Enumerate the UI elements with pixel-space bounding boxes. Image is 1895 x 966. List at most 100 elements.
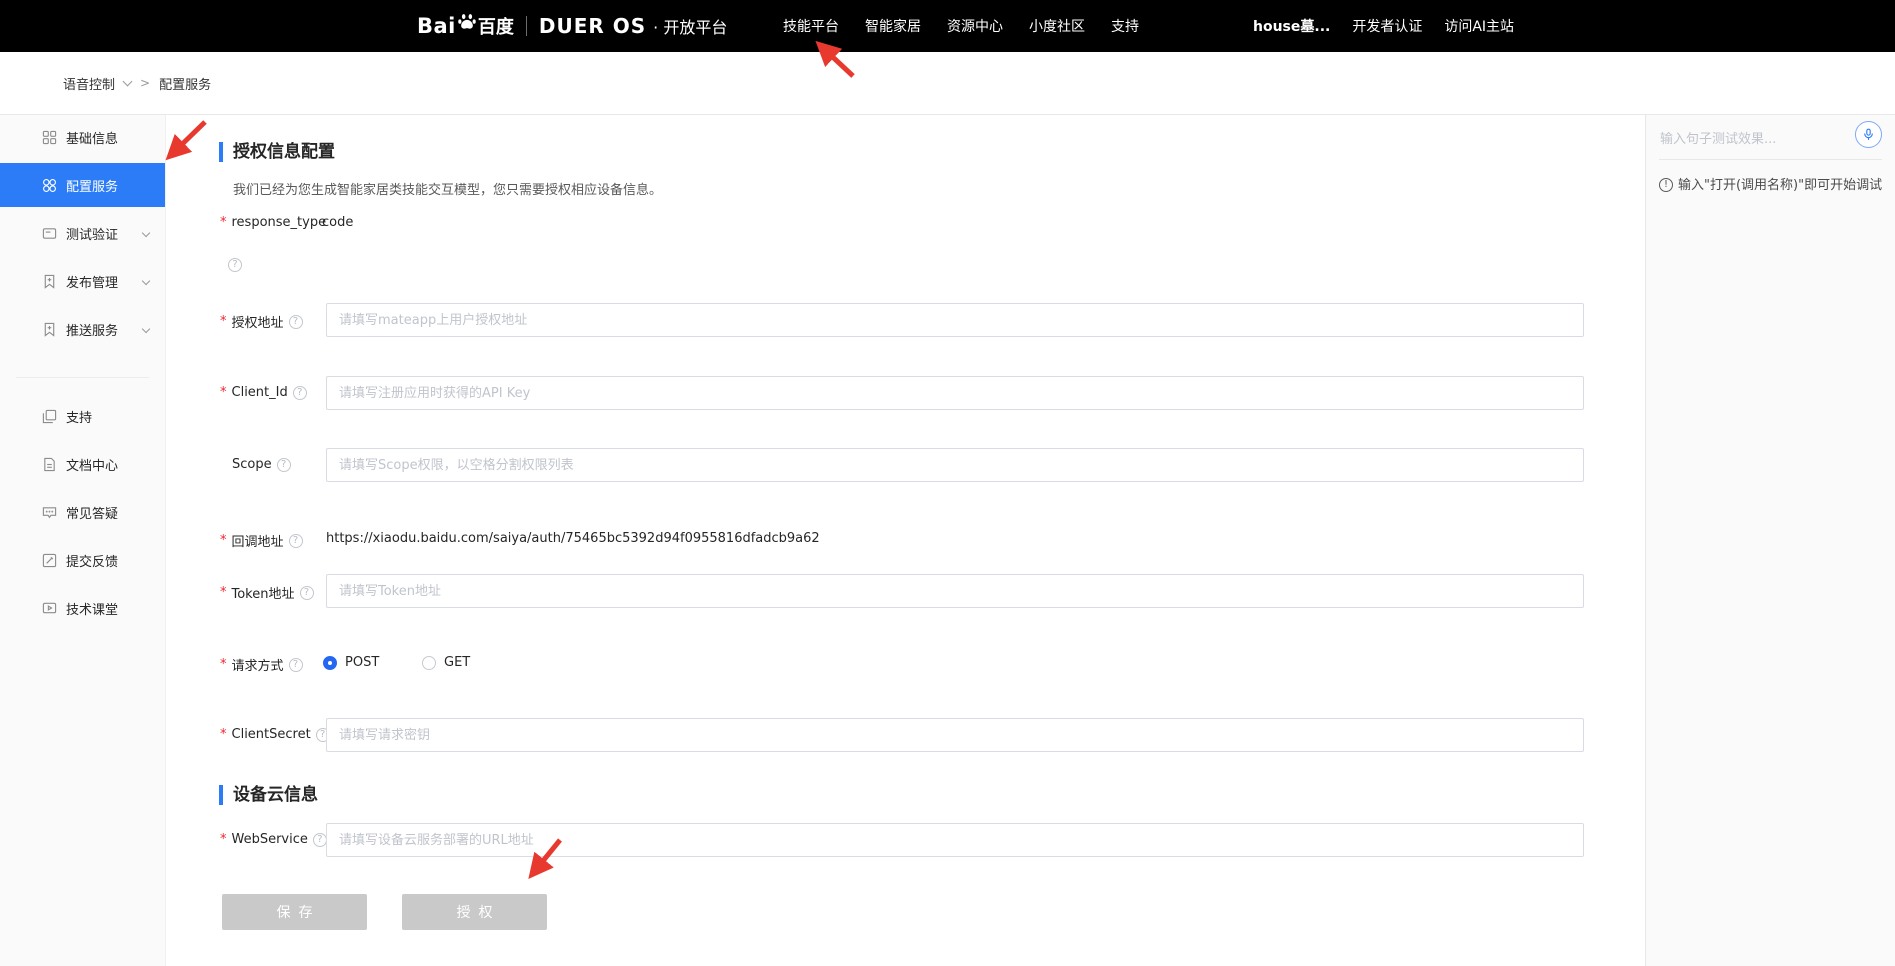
baidu-logo-cn: 百度 <box>478 13 514 39</box>
developer-cert-link[interactable]: 开发者认证 <box>1352 16 1422 36</box>
sidebar-link-faq[interactable]: 常见答疑 <box>0 490 165 534</box>
visit-ai-site-link[interactable]: 访问AI主站 <box>1444 16 1514 36</box>
help-icon[interactable]: ? <box>289 534 303 548</box>
test-panel-divider <box>1659 159 1882 160</box>
required-asterisk: * <box>220 314 227 329</box>
sidebar-item-label: 发布管理 <box>66 272 118 291</box>
nav-item-skill-platform[interactable]: 技能平台 <box>783 16 839 36</box>
grid-icon <box>42 130 57 145</box>
help-icon[interactable]: ? <box>313 833 327 847</box>
radio-get[interactable]: GET <box>422 655 470 670</box>
required-asterisk: * <box>220 727 227 742</box>
sidebar-link-support[interactable]: 支持 <box>0 394 165 438</box>
save-button[interactable]: 保存 <box>222 894 367 930</box>
breadcrumb: 语音控制 > 配置服务 <box>63 74 211 93</box>
test-icon <box>42 226 57 241</box>
help-icon[interactable]: ? <box>289 315 303 329</box>
required-asterisk: * <box>220 533 227 548</box>
required-asterisk: * <box>220 385 227 400</box>
sidebar-link-tech-class[interactable]: 技术课堂 <box>0 586 165 630</box>
sidebar-item-label: 基础信息 <box>66 128 118 147</box>
section-title-device-cloud: 设备云信息 <box>219 785 318 805</box>
config-icon <box>42 178 57 193</box>
authorize-button[interactable]: 授权 <box>402 894 547 930</box>
breadcrumb-current-page: 配置服务 <box>159 74 211 93</box>
radio-get-label: GET <box>444 655 470 670</box>
radio-post[interactable]: POST <box>323 655 379 670</box>
scope-input[interactable] <box>326 448 1584 482</box>
navbar-menu: 技能平台 智能家居 资源中心 小度社区 支持 <box>783 0 1139 52</box>
help-icon[interactable]: ? <box>277 458 291 472</box>
help-icon[interactable]: ? <box>289 658 303 672</box>
feedback-icon <box>42 553 57 568</box>
required-asterisk: * <box>220 585 227 600</box>
form-row-callback-url: * 回调地址 ? https://xiaodu.baidu.com/saiya/… <box>166 522 1645 556</box>
video-icon <box>42 601 57 616</box>
top-navbar: Bai 百度 DUER OS · 开放平台 技能平台 智能家居 资源中心 小度社… <box>0 0 1895 52</box>
field-label-callback-url: 回调地址 <box>232 531 284 550</box>
open-platform-text: · 开放平台 <box>653 14 727 38</box>
required-asterisk: * <box>220 657 227 672</box>
form-row-client-secret: * ClientSecret ? <box>166 718 1645 752</box>
form-row-token-url: * Token地址 ? <box>166 574 1645 608</box>
account-username[interactable]: house墓... <box>1253 16 1330 36</box>
callback-url-value: https://xiaodu.baidu.com/saiya/auth/7546… <box>326 531 820 546</box>
nav-item-resource-center[interactable]: 资源中心 <box>947 16 1003 36</box>
sidebar-link-label: 文档中心 <box>66 455 118 474</box>
test-panel-hint: ! 输入"打开(调用名称)"即可开始调试 <box>1659 177 1883 194</box>
publish-icon <box>42 274 57 289</box>
nav-item-support[interactable]: 支持 <box>1111 16 1139 36</box>
field-label-token-url: Token地址 <box>232 583 295 602</box>
sidebar-item-basic-info[interactable]: 基础信息 <box>0 115 165 159</box>
breadcrumb-bar: 语音控制 > 配置服务 <box>0 52 1895 115</box>
web-service-input[interactable] <box>326 823 1584 857</box>
sidebar-item-label: 配置服务 <box>66 176 118 195</box>
navbar-account-area: house墓... 开发者认证 访问AI主站 <box>1253 0 1514 52</box>
sidebar-item-push-service[interactable]: 推送服务 <box>0 307 165 351</box>
radio-selected-icon[interactable] <box>323 656 337 670</box>
baidu-dueros-logo[interactable]: Bai 百度 DUER OS · 开放平台 <box>417 0 727 52</box>
sidebar-item-test-verify[interactable]: 测试验证 <box>0 211 165 255</box>
breadcrumb-skill-name[interactable]: 语音控制 <box>63 74 115 93</box>
sidebar-link-feedback[interactable]: 提交反馈 <box>0 538 165 582</box>
sidebar-link-label: 技术课堂 <box>66 599 118 618</box>
dueros-logo-text: DUER OS <box>539 14 646 38</box>
left-sidebar: 基础信息 配置服务 测试验证 发布管理 <box>0 115 166 966</box>
form-row-auth-url: * 授权地址 ? <box>166 303 1645 337</box>
test-input-placeholder: 输入句子测试效果... <box>1660 128 1776 147</box>
nav-item-xiaodu-community[interactable]: 小度社区 <box>1029 16 1085 36</box>
sidebar-link-doc-center[interactable]: 文档中心 <box>0 442 165 486</box>
form-row-response-type: * response_type code <box>166 215 1645 235</box>
field-label-scope: Scope <box>232 457 272 472</box>
chevron-down-icon[interactable] <box>123 76 133 86</box>
section-description: 我们已经为您生成智能家居类技能交互模型，您只需要授权相应设备信息。 <box>233 179 662 198</box>
token-url-input[interactable] <box>326 574 1584 608</box>
page: Bai 百度 DUER OS · 开放平台 技能平台 智能家居 资源中心 小度社… <box>0 0 1895 966</box>
help-icon[interactable]: ? <box>293 386 307 400</box>
sidebar-divider <box>16 377 149 378</box>
required-asterisk: * <box>220 832 227 847</box>
sidebar-item-publish-manage[interactable]: 发布管理 <box>0 259 165 303</box>
form-row-scope: Scope ? <box>166 448 1645 482</box>
nav-item-smart-home[interactable]: 智能家居 <box>865 16 921 36</box>
client-secret-input[interactable] <box>326 718 1584 752</box>
sidebar-link-label: 提交反馈 <box>66 551 118 570</box>
sidebar-link-label: 支持 <box>66 407 92 426</box>
client-id-input[interactable] <box>326 376 1584 410</box>
required-asterisk: * <box>220 215 227 230</box>
push-icon <box>42 322 57 337</box>
sidebar-link-label: 常见答疑 <box>66 503 118 522</box>
help-icon[interactable]: ? <box>300 586 314 600</box>
breadcrumb-separator: > <box>140 76 150 90</box>
document-icon <box>42 457 57 472</box>
auth-url-input[interactable] <box>326 303 1584 337</box>
help-icon[interactable]: ? <box>228 258 242 272</box>
microphone-icon[interactable] <box>1855 121 1882 148</box>
radio-unselected-icon[interactable] <box>422 656 436 670</box>
field-label-client-secret: ClientSecret <box>232 727 311 742</box>
test-panel: 输入句子测试效果... ! 输入"打开(调用名称)"即可开始调试 <box>1645 115 1895 966</box>
logo-separator <box>526 16 527 36</box>
sidebar-item-config-service[interactable]: 配置服务 <box>0 163 165 207</box>
copy-icon <box>42 409 57 424</box>
chevron-down-icon <box>142 325 150 333</box>
